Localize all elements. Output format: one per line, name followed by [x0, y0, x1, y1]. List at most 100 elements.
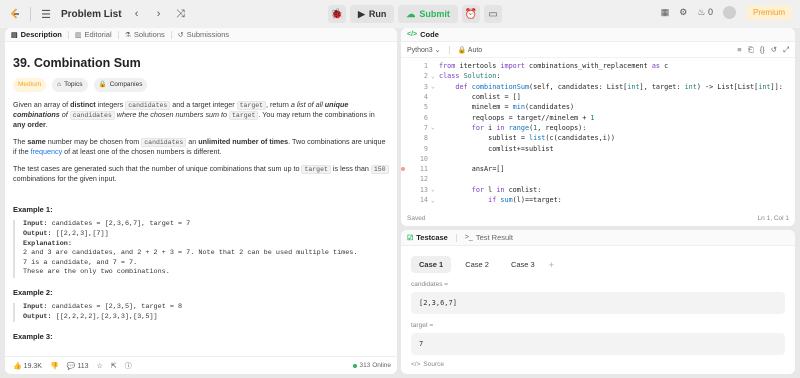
problem-paragraph-2: The same number may be chosen from candi…: [13, 136, 386, 157]
online-dot-icon: [352, 363, 357, 368]
code-line[interactable]: 5 minelem = min(candidates): [401, 102, 795, 112]
chevron-right-icon[interactable]: ›: [152, 6, 166, 22]
frequency-link[interactable]: frequency: [31, 147, 63, 156]
tab-description[interactable]: ▤ Description: [11, 30, 62, 39]
expand-icon[interactable]: ⤢: [783, 45, 789, 55]
help-icon[interactable]: ⓘ: [125, 361, 132, 371]
comments-button[interactable]: 💬 113: [67, 362, 89, 370]
target-label: target =: [411, 322, 434, 329]
code-line[interactable]: 14 ⌄ if sum(l)==target:: [401, 195, 795, 205]
code-line[interactable]: 2 ⌄ class Solution:: [401, 71, 795, 81]
code-line[interactable]: 13 ⌄ for l in comlist:: [401, 185, 795, 195]
line-number: 13: [419, 185, 428, 194]
fold-chevron-icon[interactable]: ⌄: [431, 124, 439, 131]
example-2-block: Input: candidates = [2,3,5], target = 8 …: [13, 303, 389, 323]
language-select[interactable]: Python3 ⌄: [407, 46, 441, 54]
avatar[interactable]: [722, 6, 736, 19]
line-number: 14: [419, 196, 428, 204]
code-text: for l in comlist:: [471, 185, 542, 194]
line-number: 11: [419, 165, 428, 174]
format-icon[interactable]: ≡: [737, 45, 741, 55]
line-number: 8: [423, 134, 428, 143]
tab-submissions[interactable]: ↺ Submissions: [178, 30, 229, 39]
share-icon[interactable]: ⇱: [111, 362, 117, 370]
tab-testcase[interactable]: ☑ Testcase: [407, 233, 448, 242]
like-button[interactable]: 👍 19.3K: [13, 362, 42, 370]
flame-icon: ♨: [697, 7, 706, 17]
dislike-button[interactable]: 👎: [50, 362, 59, 370]
streak-counter[interactable]: ♨ 0: [697, 7, 713, 18]
fold-chevron-icon[interactable]: ⌄: [431, 73, 439, 80]
menu-list-icon[interactable]: ☰: [39, 6, 53, 22]
line-number: 12: [419, 175, 428, 184]
auto-toggle[interactable]: 🔒 Auto: [458, 46, 483, 54]
line-number: 3: [423, 82, 428, 91]
code-line[interactable]: 4 comlist = []: [401, 92, 795, 102]
star-icon[interactable]: ☆: [97, 362, 103, 370]
notes-icon[interactable]: ▭: [483, 5, 502, 23]
code-line[interactable]: 8 sublist = list(c(candidates,i)): [401, 133, 795, 143]
problem-tags: Medium ⌂ Topics 🔒 Companies: [13, 78, 389, 92]
line-number: 9: [423, 144, 428, 153]
example-3-title: Example 3:: [13, 332, 53, 342]
divider: [117, 30, 119, 39]
comment-icon: 💬: [66, 362, 76, 370]
premium-button[interactable]: Premium: [745, 5, 792, 20]
tab-solutions[interactable]: ⚗ Solutions: [125, 30, 165, 39]
code-panel: </> Code Python3 ⌄ 🔒 Auto ≡ ⎗ {} ↺ ⤢ 1 fro…: [401, 28, 795, 226]
line-number: 4: [423, 93, 428, 102]
code-line[interactable]: 7 ⌄ for i in range(1, reqloops):: [401, 123, 795, 133]
case-3-tab[interactable]: Case 3: [503, 256, 543, 273]
cloud-upload-icon: ☁: [406, 8, 416, 19]
problem-title[interactable]: 39. Combination Sum: [13, 54, 389, 72]
tab-editorial[interactable]: ▥ Editorial: [75, 30, 112, 39]
code-line[interactable]: 6 reqloops = target//minelem + 1: [401, 112, 795, 122]
target-input[interactable]: 7: [411, 333, 785, 355]
brackets-icon[interactable]: {}: [760, 45, 765, 55]
tab-test-result[interactable]: >_ Test Result: [465, 233, 513, 242]
code-line[interactable]: 3 ⌄ def combinationSum(self, candidates: …: [401, 82, 795, 92]
tab-code[interactable]: </> Code: [407, 30, 439, 39]
add-case-icon[interactable]: +: [549, 260, 554, 270]
code-line[interactable]: 1 from itertools import combinations_with…: [401, 61, 795, 71]
code-toolbar-actions: ≡ ⎗ {} ↺ ⤢: [737, 45, 789, 55]
bookmark-icon[interactable]: ⎗: [748, 45, 754, 55]
submit-button[interactable]: ☁ Submit: [398, 5, 458, 23]
alarm-icon[interactable]: ⏰: [461, 5, 480, 23]
fold-chevron-icon[interactable]: ⌄: [431, 197, 439, 204]
case-tabs: Case 1 Case 2 Case 3 +: [401, 246, 795, 279]
candidates-label: candidates =: [411, 281, 449, 288]
topics-button[interactable]: ⌂ Topics: [52, 78, 88, 92]
code-status-bar: Saved Ln 1, Col 1: [407, 215, 789, 222]
code-text: ansAr=[]: [439, 165, 505, 174]
code-line[interactable]: 10: [401, 154, 795, 164]
code-line[interactable]: 12: [401, 174, 795, 184]
fold-chevron-icon[interactable]: ⌄: [431, 83, 439, 90]
code-line[interactable]: 11 ansAr=[]: [401, 164, 795, 174]
run-button[interactable]: ▶ Run: [350, 5, 395, 23]
code-text: comlist+=sublist: [439, 144, 554, 153]
reset-icon[interactable]: ↺: [771, 45, 777, 55]
description-panel: ▤ Description ▥ Editorial ⚗ Solutions ↺ Subm…: [5, 28, 397, 374]
code-text: comlist = []: [439, 93, 521, 102]
case-1-tab[interactable]: Case 1: [411, 256, 452, 273]
example-2-title: Example 2:: [13, 287, 53, 297]
leetcode-logo[interactable]: [8, 7, 22, 21]
source-button[interactable]: </> Source: [411, 361, 444, 368]
lock-icon: 🔒: [98, 81, 107, 89]
case-2-tab[interactable]: Case 2: [457, 256, 497, 273]
code-line[interactable]: 9 comlist+=sublist: [401, 143, 795, 153]
debug-icon[interactable]: 🐞: [328, 5, 346, 23]
testcase-tabbar: ☑ Testcase >_ Test Result: [401, 230, 795, 246]
fold-chevron-icon[interactable]: ⌄: [431, 186, 439, 193]
companies-button[interactable]: 🔒 Companies: [93, 78, 148, 92]
problem-list-link[interactable]: Problem List: [61, 9, 122, 20]
document-icon: ▤: [11, 31, 18, 39]
settings-gear-icon[interactable]: ⚙: [679, 7, 687, 18]
shuffle-icon[interactable]: ⤨: [174, 6, 188, 22]
code-editor[interactable]: 1 from itertools import combinations_with…: [401, 61, 795, 208]
terminal-icon: >_: [464, 234, 473, 241]
layout-grid-icon[interactable]: ▦: [661, 7, 670, 18]
chevron-left-icon[interactable]: ‹: [130, 6, 144, 22]
candidates-input[interactable]: [2,3,6,7]: [411, 292, 785, 314]
